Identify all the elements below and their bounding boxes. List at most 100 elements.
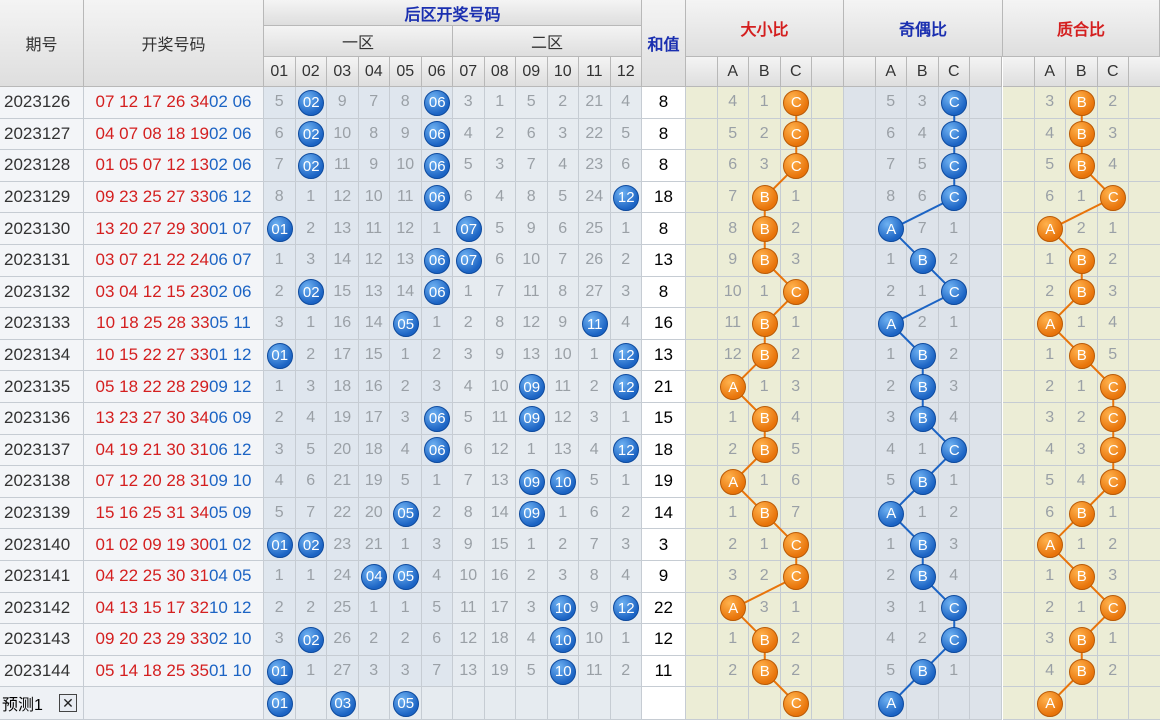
ratio-miss-cell: 3 <box>938 529 970 561</box>
back-miss-cell: 9 <box>579 592 611 625</box>
period-cell: 2023143 <box>0 624 84 656</box>
ratio-miss-cell: 1 <box>749 529 781 561</box>
ratio-spacer-cell <box>686 213 718 245</box>
ratio-miss-cell: 4 <box>907 118 939 151</box>
ratio-spacer-cell <box>970 118 1002 151</box>
front-numbers: 09 23 25 27 33 <box>95 187 209 207</box>
ratio-spacer-cell <box>1129 118 1160 151</box>
back-miss-cell: 13 <box>453 655 485 688</box>
ratio-miss-cell: 4 <box>1097 150 1129 182</box>
back-miss-cell: 3 <box>547 561 579 593</box>
close-icon[interactable]: ✕ <box>59 694 77 712</box>
sum-cell: 9 <box>642 561 686 593</box>
ratio-miss-cell: 2 <box>907 624 939 656</box>
back-miss-cell: 1 <box>610 466 642 498</box>
ratio-spacer-cell <box>970 181 1002 214</box>
sum-cell: 8 <box>642 118 686 151</box>
parity-ratio-ball: A <box>878 500 905 527</box>
ratio-spacer-cell <box>970 87 1002 119</box>
draw-numbers-cell: 07 12 17 26 34 02 06 <box>84 87 264 119</box>
back-ball: 06 <box>424 184 451 211</box>
period-cell: 2023134 <box>0 339 84 372</box>
front-numbers: 04 07 08 18 19 <box>95 123 209 143</box>
back-miss-cell: 2 <box>295 592 327 625</box>
ratio-miss-cell: 2 <box>780 339 812 372</box>
front-numbers: 04 19 21 30 31 <box>95 439 209 459</box>
back-miss-cell: 1 <box>453 276 485 309</box>
back-miss-cell: 12 <box>358 245 390 277</box>
prime-ratio-ball: B <box>1068 627 1095 653</box>
back-miss-cell: 24 <box>327 561 359 593</box>
trend-chart: 期号 开奖号码 后区开奖号码 一区 二区 和值 大小比 奇偶比 质合比 预测1 … <box>0 0 1160 720</box>
back-miss-cell: 13 <box>358 276 390 309</box>
back-ball: 09 <box>518 374 545 401</box>
period-cell: 2023142 <box>0 592 84 625</box>
back-numbers: 01 10 <box>208 661 252 681</box>
back-miss-cell: 1 <box>516 434 548 467</box>
ratio-miss-cell: 5 <box>1034 466 1066 498</box>
draw-numbers-cell: 07 12 20 28 31 09 10 <box>84 466 264 498</box>
size-ratio-ball: B <box>751 658 778 685</box>
back-ball: 11 <box>581 311 608 337</box>
ratio-spacer-cell <box>1129 529 1160 561</box>
ratio-spacer-cell <box>686 181 718 214</box>
ratio-spacer-cell <box>686 561 718 593</box>
back-miss-cell: 4 <box>547 150 579 182</box>
prime-ratio-ball: B <box>1068 89 1095 116</box>
ratio-miss-cell: 2 <box>1097 87 1129 119</box>
ratio-miss-cell: 1 <box>907 592 939 625</box>
ratio-spacer-cell <box>844 561 876 593</box>
back-miss-cell: 19 <box>327 403 359 435</box>
ratio-miss-cell: 2 <box>938 339 970 372</box>
ratio-miss-cell: 3 <box>1034 87 1066 119</box>
back-miss-cell: 2 <box>264 403 296 435</box>
sum-cell: 21 <box>642 371 686 403</box>
back-miss-cell: 1 <box>579 339 611 372</box>
blank-col-header <box>970 57 1002 87</box>
back-miss-cell: 8 <box>264 181 296 214</box>
period-cell: 2023141 <box>0 561 84 593</box>
ratio-spacer-cell <box>1129 371 1160 403</box>
draw-numbers-cell: 13 23 27 30 34 06 09 <box>84 403 264 435</box>
back-miss-cell: 25 <box>579 213 611 245</box>
back-ball: 05 <box>392 563 419 590</box>
back-miss-cell: 11 <box>516 276 548 309</box>
parity-ratio-ball: B <box>909 247 936 274</box>
parity-ratio-header: 奇偶比 <box>844 0 1003 57</box>
sum-cell: 18 <box>642 434 686 467</box>
draw-numbers-cell: 05 14 18 25 35 01 10 <box>84 655 264 688</box>
ratio-spacer-cell <box>844 181 876 214</box>
front-numbers: 05 14 18 25 35 <box>95 661 209 681</box>
back-ball: 06 <box>424 247 451 274</box>
sum-cell: 11 <box>642 655 686 688</box>
ratio-spacer-cell <box>812 87 844 119</box>
back-miss-cell: 16 <box>327 308 359 340</box>
ratio-spacer-cell <box>686 466 718 498</box>
sum-cell: 13 <box>642 245 686 277</box>
abc-col-label: B <box>1066 57 1098 87</box>
ratio-miss-cell: 4 <box>1034 655 1066 688</box>
back-numbers: 01 07 <box>208 218 252 238</box>
ratio-miss-cell: 2 <box>1034 592 1066 625</box>
ratio-miss-cell: 1 <box>1066 592 1098 625</box>
ratio-spacer-cell <box>1003 403 1035 435</box>
back-miss-cell: 12 <box>327 181 359 214</box>
back-miss-cell: 5 <box>547 181 579 214</box>
back-miss-cell: 20 <box>327 434 359 467</box>
parity-ratio-ball: B <box>909 342 936 369</box>
ratio-miss-cell: 1 <box>938 213 970 245</box>
ratio-spacer-cell <box>686 624 718 656</box>
back-miss-cell: 1 <box>547 497 579 530</box>
back-miss-cell: 6 <box>610 150 642 182</box>
ratio-spacer-cell <box>812 339 844 372</box>
back-col-label: 01 <box>264 57 296 87</box>
prime-ratio-ball: B <box>1068 279 1095 306</box>
ratio-miss-cell: 3 <box>907 87 939 119</box>
back-miss-cell: 5 <box>390 466 422 498</box>
back-miss-cell: 4 <box>579 434 611 467</box>
draw-numbers-cell: 04 22 25 30 31 04 05 <box>84 561 264 593</box>
predict-ratio-cell <box>907 687 939 720</box>
ratio-spacer-cell <box>844 403 876 435</box>
back-miss-cell: 9 <box>453 529 485 561</box>
back-miss-cell: 5 <box>421 592 453 625</box>
